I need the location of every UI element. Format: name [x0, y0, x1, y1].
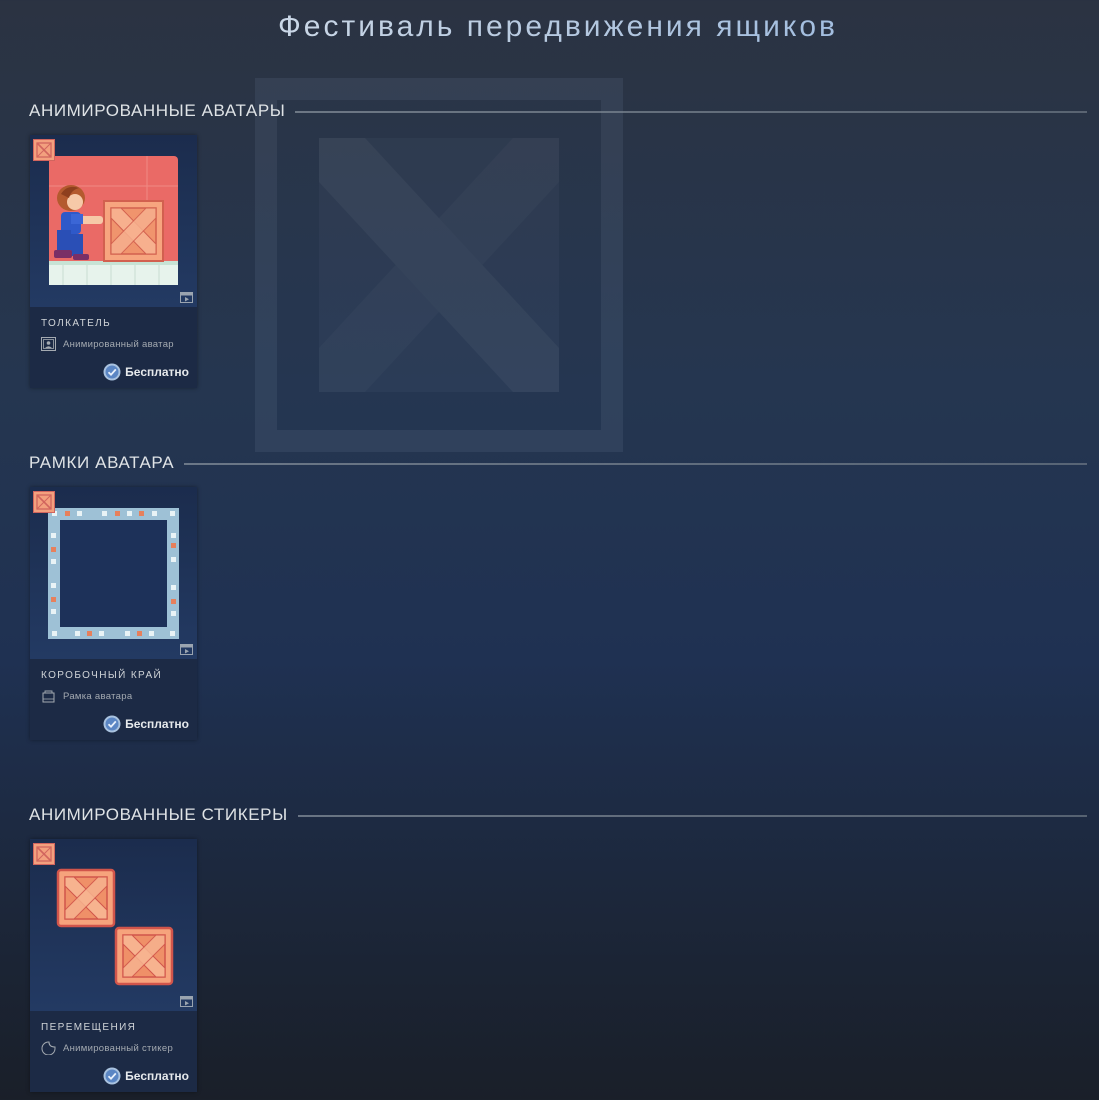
- film-icon: [180, 644, 193, 655]
- section-avatar-frames: РАМКИ АВАТАРА КОРОБОЧНЫЙ КРАЙ Рамка ават…: [29, 452, 1087, 740]
- page-title: Фестиваль передвижения ящиков: [0, 10, 1099, 44]
- pusher-avatar-image: [49, 156, 178, 285]
- item-type-label: Анимированный аватар: [63, 338, 174, 350]
- item-type: Анимированный аватар: [41, 337, 174, 351]
- section-header: РАМКИ АВАТАРА: [29, 452, 1087, 474]
- price-label: Бесплатно: [125, 717, 189, 731]
- price-tag[interactable]: Бесплатно: [103, 1067, 189, 1085]
- item-type: Анимированный стикер: [41, 1041, 173, 1055]
- crate-badge-icon: [33, 491, 55, 513]
- item-preview[interactable]: [30, 839, 197, 1011]
- item-card-moves[interactable]: ПЕРЕМЕЩЕНИЯ Анимированный стикер Бесплат…: [30, 839, 197, 1092]
- check-icon: [103, 715, 121, 733]
- item-name[interactable]: ПЕРЕМЕЩЕНИЯ: [41, 1022, 136, 1033]
- item-type: Рамка аватара: [41, 689, 132, 703]
- moves-sticker-image: [56, 868, 174, 986]
- film-icon: [180, 996, 193, 1007]
- crate-badge-icon: [33, 139, 55, 161]
- background-crate-icon: [255, 78, 623, 452]
- section-title: АНИМИРОВАННЫЕ АВАТАРЫ: [29, 101, 286, 120]
- item-info: ТОЛКАТЕЛЬ Анимированный аватар Бесплатно: [30, 307, 197, 388]
- item-type-label: Рамка аватара: [63, 690, 133, 702]
- avatar-icon: [41, 337, 56, 351]
- section-animated-stickers: АНИМИРОВАННЫЕ СТИКЕРЫ ПЕРЕМЕЩЕНИЯ Анимир…: [29, 804, 1087, 1092]
- item-info: ПЕРЕМЕЩЕНИЯ Анимированный стикер Бесплат…: [30, 1011, 197, 1092]
- price-tag[interactable]: Бесплатно: [103, 715, 189, 733]
- price-label: Бесплатно: [125, 1069, 189, 1083]
- section-divider: [184, 463, 1087, 465]
- sticker-icon: [41, 1041, 56, 1055]
- section-title: АНИМИРОВАННЫЕ СТИКЕРЫ: [29, 805, 288, 824]
- check-icon: [103, 363, 121, 381]
- section-header: АНИМИРОВАННЫЕ СТИКЕРЫ: [29, 804, 1087, 826]
- section-divider: [295, 111, 1087, 113]
- item-preview[interactable]: [30, 135, 197, 307]
- section-divider: [297, 815, 1087, 817]
- frame-icon: [42, 690, 55, 703]
- film-icon: [180, 292, 193, 303]
- section-animated-avatars: АНИМИРОВАННЫЕ АВАТАРЫ ТОЛКАТЕЛЬ Анимиров…: [29, 100, 1087, 388]
- box-edge-frame-image: [48, 508, 179, 639]
- price-tag[interactable]: Бесплатно: [103, 363, 189, 381]
- check-icon: [103, 1067, 121, 1085]
- item-name[interactable]: ТОЛКАТЕЛЬ: [41, 318, 111, 329]
- item-card-box-edge[interactable]: КОРОБОЧНЫЙ КРАЙ Рамка аватара Бесплатно: [30, 487, 197, 740]
- item-card-pusher[interactable]: ТОЛКАТЕЛЬ Анимированный аватар Бесплатно: [30, 135, 197, 388]
- item-preview[interactable]: [30, 487, 197, 659]
- price-label: Бесплатно: [125, 365, 189, 379]
- crate-badge-icon: [33, 843, 55, 865]
- section-header: АНИМИРОВАННЫЕ АВАТАРЫ: [29, 100, 1087, 122]
- item-name[interactable]: КОРОБОЧНЫЙ КРАЙ: [41, 670, 162, 681]
- item-info: КОРОБОЧНЫЙ КРАЙ Рамка аватара Бесплатно: [30, 659, 197, 740]
- item-type-label: Анимированный стикер: [63, 1042, 174, 1054]
- section-title: РАМКИ АВАТАРА: [29, 453, 175, 472]
